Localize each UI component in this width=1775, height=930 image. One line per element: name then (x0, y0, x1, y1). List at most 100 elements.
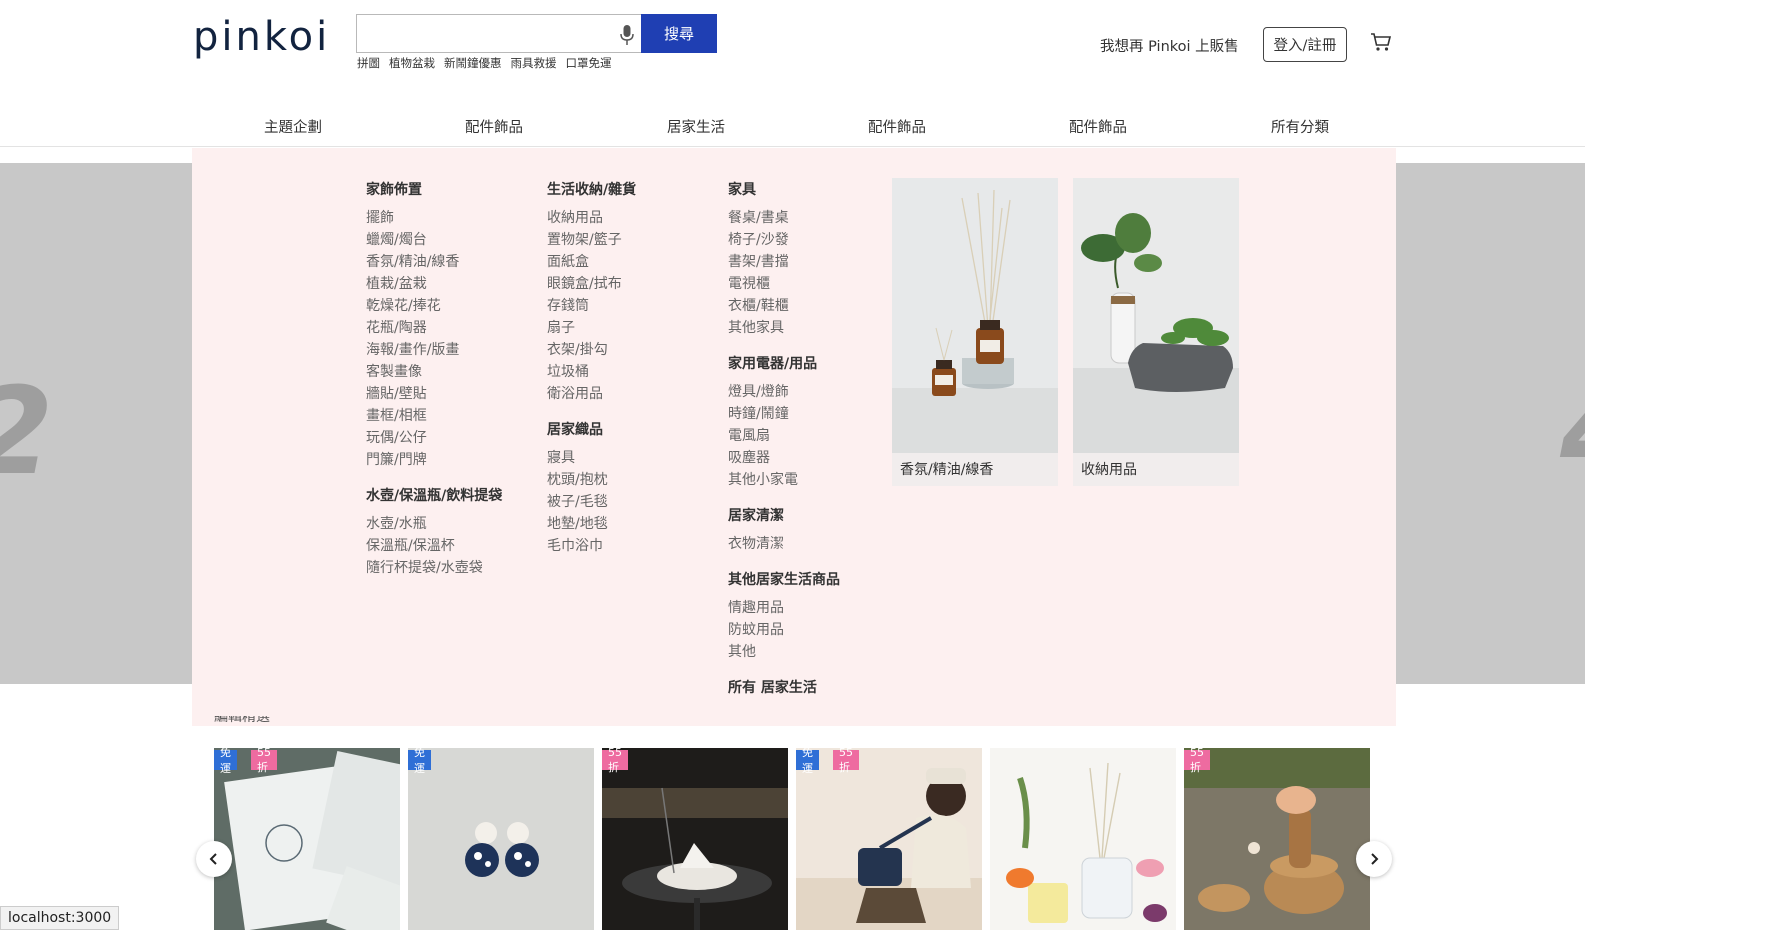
menu-link[interactable]: 保溫瓶/保溫杯 (366, 535, 502, 557)
menu-link[interactable]: 衣物清潔 (728, 533, 840, 555)
menu-link[interactable]: 枕頭/抱枕 (547, 469, 636, 491)
product-card[interactable] (990, 748, 1176, 930)
menu-link[interactable]: 防蚊用品 (728, 619, 840, 641)
menu-link[interactable]: 擺飾 (366, 207, 502, 229)
menu-spacer (547, 405, 636, 419)
menu-link[interactable]: 寢具 (547, 447, 636, 469)
search-input[interactable] (365, 15, 605, 51)
hot-keyword[interactable]: 拼圖 (357, 55, 380, 71)
hot-keyword[interactable]: 植物盆栽 (389, 55, 435, 71)
carousel-prev-button[interactable] (196, 841, 232, 877)
menu-link[interactable]: 垃圾桶 (547, 361, 636, 383)
menu-link[interactable]: 電視櫃 (728, 273, 840, 295)
menu-link[interactable]: 海報/畫作/版畫 (366, 339, 502, 361)
menu-link[interactable]: 香氛/精油/線香 (366, 251, 502, 273)
mega-menu: 家飾佈置 擺飾 蠟燭/燭台 香氛/精油/線香 植栽/盆栽 乾燥花/捧花 花瓶/陶器 海報/畫作… (192, 148, 1396, 726)
menu-link[interactable]: 衛浴用品 (547, 383, 636, 405)
nav-item[interactable]: 配件飾品 (1069, 116, 1127, 137)
menu-link[interactable]: 其他 (728, 641, 840, 663)
menu-group-title[interactable]: 其他居家生活商品 (728, 569, 840, 591)
menu-link[interactable]: 玩偶/公仔 (366, 427, 502, 449)
storage-basket-image (1073, 178, 1239, 453)
nav-item[interactable]: 居家生活 (667, 116, 725, 137)
product-card[interactable]: 免運 (408, 748, 594, 930)
cart-icon[interactable] (1370, 32, 1392, 52)
menu-link[interactable]: 門簾/門牌 (366, 449, 502, 471)
menu-group-title[interactable]: 家具 (728, 179, 840, 201)
discount-badge: 55折 (833, 748, 859, 774)
menu-link[interactable]: 衣櫃/鞋櫃 (728, 295, 840, 317)
hot-keyword[interactable]: 雨具救援 (511, 55, 557, 71)
nav-item[interactable]: 主題企劃 (264, 116, 322, 137)
menu-link[interactable]: 毛巾浴巾 (547, 535, 636, 557)
tea-bag-image (214, 748, 400, 930)
menu-group-title[interactable]: 家用電器/用品 (728, 353, 840, 375)
nav-divider (0, 146, 1585, 147)
menu-group-title[interactable]: 居家清潔 (728, 505, 840, 527)
menu-link[interactable]: 椅子/沙發 (728, 229, 840, 251)
menu-group-title[interactable]: 水壺/保溫瓶/飲料提袋 (366, 485, 502, 507)
hot-keyword[interactable]: 口罩免運 (566, 55, 612, 71)
menu-group-title[interactable]: 家飾佈置 (366, 179, 502, 201)
menu-spacer (728, 491, 840, 505)
search-box[interactable] (356, 14, 641, 53)
carousel-next-button[interactable] (1356, 841, 1392, 877)
menu-link[interactable]: 其他家具 (728, 317, 840, 339)
category-card[interactable]: 香氛/精油/線香 (892, 178, 1058, 486)
menu-link[interactable]: 餐桌/書桌 (728, 207, 840, 229)
menu-link[interactable]: 其他小家電 (728, 469, 840, 491)
product-card[interactable]: 55折 (1184, 748, 1370, 930)
diffuser-image (892, 178, 1058, 453)
pinkoi-logo[interactable]: pinkoi (193, 14, 330, 60)
status-bar-url: localhost:3000 (0, 906, 120, 930)
menu-link[interactable]: 衣架/掛勾 (547, 339, 636, 361)
menu-link[interactable]: 燈具/燈飾 (728, 381, 840, 403)
sell-on-pinkoi-link[interactable]: 我想再 Pinkoi 上販售 (1100, 35, 1239, 56)
menu-group-title[interactable]: 生活收納/雜貨 (547, 179, 636, 201)
mortar-image (1184, 748, 1370, 930)
menu-link[interactable]: 乾燥花/捧花 (366, 295, 502, 317)
nav-item[interactable]: 配件飾品 (868, 116, 926, 137)
menu-link[interactable]: 收納用品 (547, 207, 636, 229)
menu-link[interactable]: 隨行杯提袋/水壺袋 (366, 557, 502, 579)
menu-link[interactable]: 客製畫像 (366, 361, 502, 383)
menu-link[interactable]: 水壺/水瓶 (366, 513, 502, 535)
login-button[interactable]: 登入/註冊 (1263, 27, 1347, 62)
product-card[interactable]: 免運 55折 (796, 748, 982, 930)
menu-group-title[interactable]: 居家織品 (547, 419, 636, 441)
free-shipping-badge: 免運 (214, 748, 237, 775)
chevron-left-icon (209, 853, 217, 865)
menu-spacer (728, 339, 840, 353)
menu-link[interactable]: 花瓶/陶器 (366, 317, 502, 339)
menu-link[interactable]: 時鐘/鬧鐘 (728, 403, 840, 425)
menu-link[interactable]: 吸塵器 (728, 447, 840, 469)
product-card[interactable]: 55折 (602, 748, 788, 930)
hot-keywords: 拼圖 植物盆栽 新鬧鐘優惠 雨具救援 口罩免運 (357, 55, 612, 71)
menu-link[interactable]: 地墊/地毯 (547, 513, 636, 535)
menu-link[interactable]: 書架/書擋 (728, 251, 840, 273)
nav-item[interactable]: 配件飾品 (465, 116, 523, 137)
menu-link[interactable]: 存錢筒 (547, 295, 636, 317)
discount-badge: 55折 (602, 748, 628, 774)
menu-group-title[interactable]: 所有 居家生活 (728, 677, 840, 699)
hot-keyword[interactable]: 新鬧鐘優惠 (444, 55, 502, 71)
menu-link[interactable]: 情趣用品 (728, 597, 840, 619)
search-button[interactable]: 搜尋 (641, 14, 717, 53)
menu-link[interactable]: 電風扇 (728, 425, 840, 447)
menu-link[interactable]: 牆貼/壁貼 (366, 383, 502, 405)
menu-link[interactable]: 畫框/相框 (366, 405, 502, 427)
menu-link[interactable]: 置物架/籃子 (547, 229, 636, 251)
microphone-icon[interactable] (619, 24, 635, 46)
menu-link[interactable]: 扇子 (547, 317, 636, 339)
menu-link[interactable]: 蠟燭/燭台 (366, 229, 502, 251)
menu-link[interactable]: 被子/毛毯 (547, 491, 636, 513)
slide-number: 2 (0, 363, 54, 502)
category-card[interactable]: 收納用品 (1073, 178, 1239, 486)
menu-link[interactable]: 眼鏡盒/拭布 (547, 273, 636, 295)
free-shipping-badge: 免運 (408, 748, 431, 775)
product-card[interactable]: 免運 55折 (214, 748, 400, 930)
menu-link[interactable]: 面紙盒 (547, 251, 636, 273)
nav-item[interactable]: 所有分類 (1271, 116, 1329, 137)
discount-badge: 55折 (251, 748, 277, 774)
menu-link[interactable]: 植栽/盆栽 (366, 273, 502, 295)
